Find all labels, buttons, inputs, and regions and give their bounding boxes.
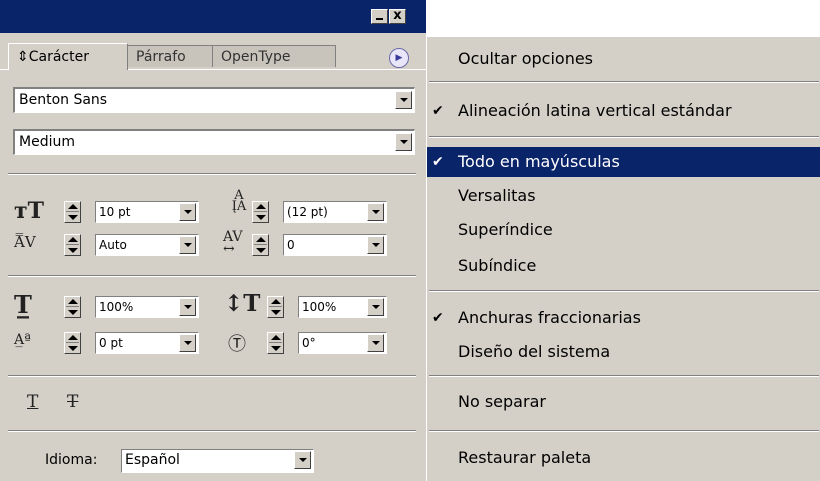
menu-item-label: Subíndice (458, 256, 537, 275)
palette-menu-button[interactable]: ▶ (389, 48, 409, 68)
menu-item-label: Anchuras fraccionarias (458, 308, 641, 327)
menu-item-all-caps[interactable]: ✔ Todo en mayúsculas (427, 147, 820, 177)
checkmark-icon: ✔ (432, 103, 444, 119)
tracking-icon: AV ↔ (223, 229, 243, 257)
baseline-shift-stepper[interactable] (64, 332, 81, 354)
leading-stepper[interactable] (252, 201, 269, 223)
tab-strip: OpenType Párrafo ⇕Carácter ▶ (0, 33, 426, 71)
menu-separator (429, 81, 819, 83)
font-size-stepper[interactable] (64, 201, 81, 223)
menu-separator (429, 430, 819, 432)
dropdown-arrow-icon[interactable] (179, 334, 196, 352)
horizontal-scale-stepper[interactable] (267, 296, 284, 318)
menu-item-no-break[interactable]: No separar (427, 387, 820, 417)
menu-item-hide-options[interactable]: Ocultar opciones (427, 44, 820, 74)
menu-item-subscript[interactable]: Subíndice (427, 251, 820, 281)
dropdown-arrow-icon[interactable] (179, 298, 196, 316)
menu-item-reset-palette[interactable]: Restaurar paleta (427, 443, 820, 473)
font-family-select[interactable]: Benton Sans (13, 87, 415, 113)
font-family-value: Benton Sans (19, 92, 108, 108)
font-size-icon: ᴛT (14, 198, 45, 224)
horizontal-scale-value: 100% (302, 300, 337, 314)
palette-titlebar[interactable]: x (0, 0, 426, 33)
baseline-shift-value: 0 pt (99, 336, 123, 350)
kerning-stepper[interactable] (64, 234, 81, 256)
palette-flyout-menu: Ocultar opciones ✔ Alineación latina verti… (426, 37, 820, 481)
kerning-value: Auto (99, 238, 127, 252)
menu-item-label: Superíndice (458, 220, 553, 239)
tracking-field[interactable]: 0 (283, 234, 387, 256)
kerning-field[interactable]: Auto (95, 234, 199, 256)
dropdown-arrow-icon[interactable] (367, 236, 384, 254)
font-size-value: 10 pt (99, 205, 131, 219)
menu-item-label: Versalitas (458, 186, 536, 205)
character-palette: x OpenType Párrafo ⇕Carácter ▶ Benton Sa… (0, 0, 426, 481)
menu-separator (429, 290, 819, 292)
divider (8, 375, 416, 377)
language-select[interactable]: Español (121, 449, 314, 473)
font-style-select[interactable]: Medium (13, 129, 415, 155)
divider (8, 275, 416, 277)
leading-field[interactable]: (12 pt) (283, 201, 387, 223)
close-icon: x (393, 8, 402, 23)
vertical-scale-stepper[interactable] (64, 296, 81, 318)
strikethrough-icon[interactable]: T (67, 392, 78, 412)
dropdown-arrow-icon[interactable] (367, 203, 384, 221)
tab-parrafo[interactable]: Párrafo (127, 45, 213, 67)
dropdown-arrow-icon[interactable] (367, 298, 384, 316)
font-size-field[interactable]: 10 pt (95, 201, 199, 223)
leading-icon: A ĮA (231, 188, 247, 214)
menu-item-vertical-latin-alignment[interactable]: ✔ Alineación latina vertical estándar (427, 96, 820, 126)
menu-item-superscript[interactable]: Superíndice (427, 215, 820, 245)
menu-item-label: Restaurar paleta (458, 448, 592, 467)
menu-item-label: Alineación latina vertical estándar (458, 101, 732, 120)
horizontal-scale-field[interactable]: 100% (298, 296, 387, 318)
leading-value: (12 pt) (287, 205, 328, 219)
vertical-scale-value: 100% (99, 300, 134, 314)
checkmark-icon: ✔ (432, 310, 444, 326)
horizontal-scale-icon: ↕T (224, 290, 261, 317)
skew-icon: Ⓣ (228, 334, 246, 355)
menu-item-system-layout[interactable]: Diseño del sistema (427, 337, 820, 367)
tab-opentype[interactable]: OpenType (212, 45, 336, 67)
tab-caracter[interactable]: ⇕Carácter (8, 43, 128, 70)
menu-separator (429, 375, 819, 377)
menu-item-fractional-widths[interactable]: ✔ Anchuras fraccionarias (427, 303, 820, 333)
menu-separator (429, 136, 819, 138)
divider (8, 430, 416, 432)
menu-item-label: Todo en mayúsculas (458, 152, 620, 171)
language-label: Idioma: (45, 452, 98, 468)
vertical-scale-field[interactable]: 100% (95, 296, 199, 318)
menu-item-label: No separar (458, 392, 546, 411)
tracking-stepper[interactable] (252, 234, 269, 256)
font-style-value: Medium (19, 134, 75, 150)
minimize-button[interactable] (371, 9, 388, 24)
checkmark-icon: ✔ (432, 154, 444, 170)
menu-item-small-caps[interactable]: Versalitas (427, 181, 820, 211)
kerning-icon: A̿V (14, 233, 36, 251)
divider (8, 173, 416, 175)
menu-item-label: Diseño del sistema (458, 342, 611, 361)
dropdown-arrow-icon[interactable] (395, 133, 412, 151)
menu-item-label: Ocultar opciones (458, 49, 594, 68)
tracking-value: 0 (287, 238, 295, 252)
dropdown-arrow-icon[interactable] (294, 451, 311, 469)
close-button[interactable]: x (389, 8, 406, 24)
skew-field[interactable]: 0° (298, 332, 387, 354)
dropdown-arrow-icon[interactable] (395, 91, 412, 109)
baseline-shift-field[interactable]: 0 pt (95, 332, 199, 354)
baseline-shift-icon: A̲ª (14, 332, 31, 348)
underline-icon[interactable]: T (27, 392, 38, 412)
dropdown-arrow-icon[interactable] (179, 236, 196, 254)
dropdown-arrow-icon[interactable] (179, 203, 196, 221)
vertical-scale-icon: T̲ (14, 290, 32, 319)
dropdown-arrow-icon[interactable] (367, 334, 384, 352)
skew-value: 0° (302, 336, 316, 350)
triangle-right-icon: ▶ (395, 53, 403, 63)
language-value: Español (125, 452, 180, 468)
skew-stepper[interactable] (267, 332, 284, 354)
